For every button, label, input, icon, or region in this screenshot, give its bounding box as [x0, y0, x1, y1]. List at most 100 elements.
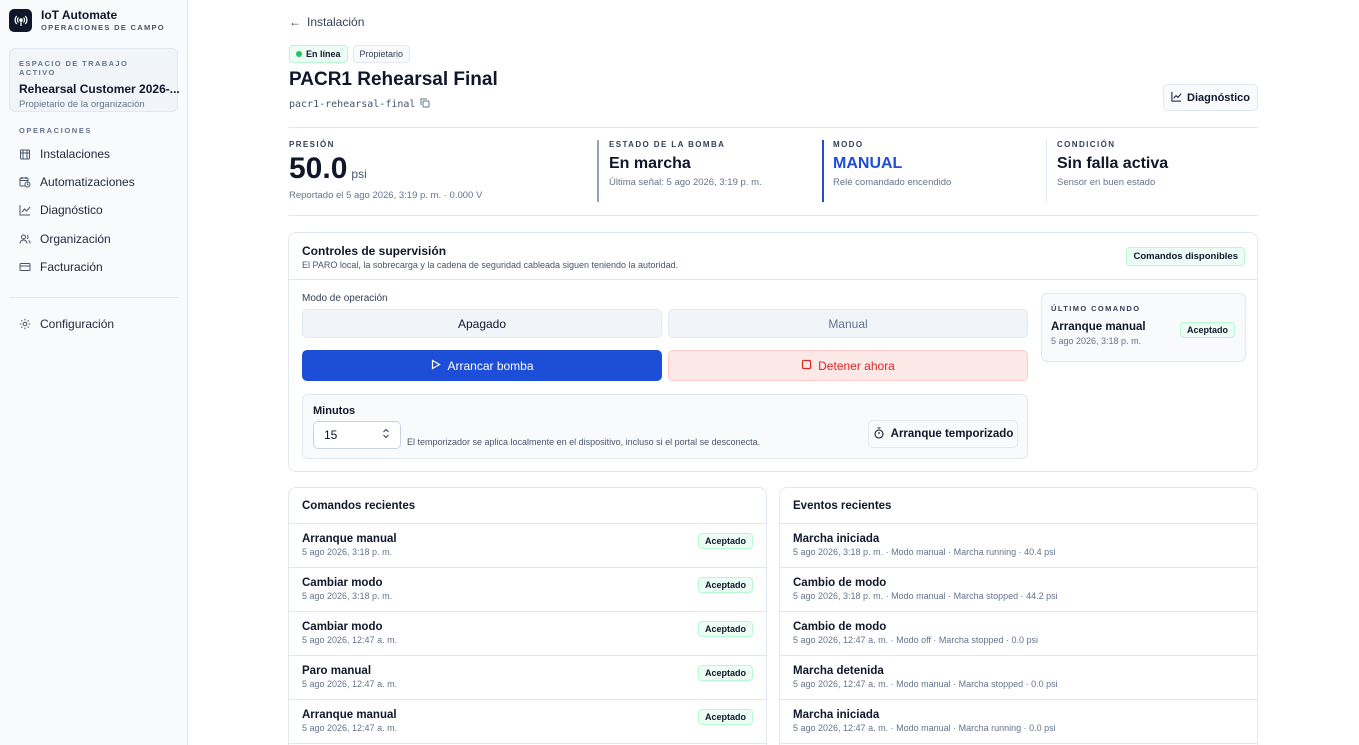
status-badge: Aceptado — [1179, 322, 1235, 338]
chart-line-icon — [1171, 91, 1182, 105]
sidebar-item-label: Organización — [40, 232, 111, 246]
command-time: 5 ago 2026, 12:47 a. m. — [302, 635, 398, 645]
online-badge: En línea — [289, 45, 348, 63]
diagnostics-button[interactable]: Diagnóstico — [1163, 84, 1258, 111]
minutes-input[interactable]: 15 — [313, 421, 401, 449]
event-detail: 5 ago 2026, 3:18 p. m. · Modo manual · M… — [793, 591, 1058, 601]
brand[interactable]: IoT Automate OPERACIONES DE CAMPO — [9, 8, 165, 33]
stats-divider — [289, 215, 1258, 216]
operation-mode-label: Modo de operación — [302, 293, 388, 304]
list-item[interactable]: Cambiar modo 5 ago 2026, 12:47 a. m. Ace… — [289, 612, 766, 656]
workspace-name: Rehearsal Customer 2026-... — [19, 82, 180, 96]
event-detail: 5 ago 2026, 12:47 a. m. · Modo manual · … — [793, 679, 1058, 689]
sidebar-item-instalaciones[interactable]: Instalaciones — [19, 147, 110, 161]
copy-icon[interactable] — [420, 98, 430, 111]
timer-panel: Minutos 15 El temporizador se aplica loc… — [302, 394, 1028, 459]
list-item[interactable]: Marcha detenida 5 ago 2026, 12:47 a. m. … — [780, 656, 1257, 700]
stat-accent-rule — [597, 140, 599, 202]
stat-condition: CONDICIÓN Sin falla activa Sensor en bue… — [1057, 140, 1168, 188]
command-name: Cambiar modo — [302, 577, 383, 589]
list-item[interactable]: Paro manual 5 ago 2026, 12:47 a. m. Acep… — [289, 656, 766, 700]
list-item[interactable]: Arranque manual 5 ago 2026, 12:47 a. m. … — [289, 700, 766, 744]
sidebar-item-facturacion[interactable]: Facturación — [19, 260, 103, 274]
event-detail: 5 ago 2026, 12:47 a. m. · Modo off · Mar… — [793, 635, 1038, 645]
device-slug: pacr1-rehearsal-final — [289, 98, 430, 111]
status-badges: En línea Propietario — [289, 45, 411, 63]
list-item[interactable]: Arranque manual 5 ago 2026, 3:18 p. m. A… — [289, 524, 766, 568]
workspace-kicker: ESPACIO DE TRABAJO ACTIVO — [19, 59, 129, 77]
status-badge: Aceptado — [697, 621, 753, 637]
online-badge-label: En línea — [306, 49, 341, 59]
sidebar-item-label: Instalaciones — [40, 147, 111, 161]
sidebar-item-organizacion[interactable]: Organización — [19, 232, 111, 246]
status-badge: Aceptado — [697, 709, 753, 725]
users-icon — [19, 233, 31, 245]
mode-off-button[interactable]: Apagado — [302, 309, 662, 338]
list-item[interactable]: Cambiar modo 5 ago 2026, 3:18 p. m. Acep… — [289, 568, 766, 612]
command-time: 5 ago 2026, 3:18 p. m. — [302, 591, 393, 601]
command-time: 5 ago 2026, 12:47 a. m. — [302, 679, 398, 689]
list-item[interactable]: Cambio de modo 5 ago 2026, 3:18 p. m. · … — [780, 568, 1257, 612]
event-name: Marcha iniciada — [793, 709, 880, 721]
list-item[interactable]: Marcha iniciada 5 ago 2026, 12:47 a. m. … — [780, 700, 1257, 744]
sidebar-item-label: Facturación — [40, 260, 103, 274]
command-name: Arranque manual — [302, 533, 397, 545]
device-slug-text: pacr1-rehearsal-final — [289, 99, 416, 110]
sidebar-item-automatizaciones[interactable]: Automatizaciones — [19, 175, 135, 189]
stepper-chevrons-icon[interactable] — [382, 428, 390, 442]
timed-start-button[interactable]: Arranque temporizado — [868, 420, 1018, 448]
last-command-kicker: ÚLTIMO COMANDO — [1051, 304, 1141, 313]
sidebar-item-diagnostico[interactable]: Diagnóstico — [19, 203, 103, 217]
recent-commands-card: Comandos recientes Arranque manual 5 ago… — [288, 487, 767, 745]
card-title: Controles de supervisión — [302, 244, 447, 258]
event-detail: 5 ago 2026, 12:47 a. m. · Modo manual · … — [793, 723, 1056, 733]
timed-start-label: Arranque temporizado — [890, 428, 1014, 440]
credit-card-icon — [19, 261, 31, 273]
card-header: Controles de supervisión El PARO local, … — [289, 233, 1257, 280]
stat-kicker: ESTADO DE LA BOMBA — [609, 140, 726, 149]
nav-section-label: OPERACIONES — [19, 126, 93, 135]
pump-status-value: En marcha — [609, 155, 691, 172]
role-badge: Propietario — [352, 45, 411, 63]
status-dot-icon — [296, 51, 302, 57]
stat-sub: Última señal: 5 ago 2026, 3:19 p. m. — [609, 177, 762, 188]
status-badge: Aceptado — [697, 533, 753, 549]
mode-value: MANUAL — [833, 155, 903, 172]
commands-available-badge: Comandos disponibles — [1126, 247, 1245, 266]
nav-divider — [9, 297, 178, 298]
stop-square-icon — [801, 359, 812, 373]
command-name: Cambiar modo — [302, 621, 383, 633]
sidebar-item-configuracion[interactable]: Configuración — [19, 317, 114, 331]
start-pump-label: Arrancar bomba — [447, 358, 534, 373]
sidebar-item-label: Configuración — [40, 317, 115, 331]
stat-pressure: PRESIÓN 50.0 psi Reportado el 5 ago 2026,… — [289, 140, 482, 201]
status-badge: Aceptado — [697, 665, 753, 681]
back-link[interactable]: ← Instalación — [289, 15, 364, 29]
start-pump-button[interactable]: Arrancar bomba — [302, 350, 662, 381]
arrow-left-icon: ← — [289, 15, 301, 29]
sidebar: IoT Automate OPERACIONES DE CAMPO ESPACI… — [0, 0, 188, 745]
list-item[interactable]: Marcha iniciada 5 ago 2026, 3:18 p. m. ·… — [780, 524, 1257, 568]
antenna-icon — [9, 9, 32, 32]
list-item[interactable]: Cambio de modo 5 ago 2026, 12:47 a. m. ·… — [780, 612, 1257, 656]
play-icon — [430, 358, 442, 373]
workspace-role: Propietario de la organización — [19, 99, 145, 110]
stop-now-button[interactable]: Detener ahora — [668, 350, 1028, 381]
minutes-value: 15 — [324, 428, 338, 442]
event-name: Marcha detenida — [793, 665, 884, 677]
stopwatch-icon — [873, 426, 885, 442]
gear-icon — [19, 318, 31, 330]
stat-accent-rule — [822, 140, 824, 202]
status-badge: Aceptado — [697, 577, 753, 593]
clock-calendar-icon — [19, 176, 31, 188]
command-name: Arranque manual — [302, 709, 397, 721]
condition-value: Sin falla activa — [1057, 155, 1169, 172]
stat-kicker: MODO — [833, 140, 864, 149]
command-time: 5 ago 2026, 3:18 p. m. — [302, 547, 393, 557]
card-title: Eventos recientes — [780, 488, 1257, 524]
sidebar-item-label: Diagnóstico — [40, 203, 103, 217]
stat-mode: MODO MANUAL Relé comandado encendido — [833, 140, 951, 188]
workspace-switcher[interactable]: ESPACIO DE TRABAJO ACTIVO Rehearsal Cust… — [9, 48, 180, 112]
recent-events-card: Eventos recientes Marcha iniciada 5 ago … — [779, 487, 1258, 745]
mode-manual-button[interactable]: Manual — [668, 309, 1028, 338]
